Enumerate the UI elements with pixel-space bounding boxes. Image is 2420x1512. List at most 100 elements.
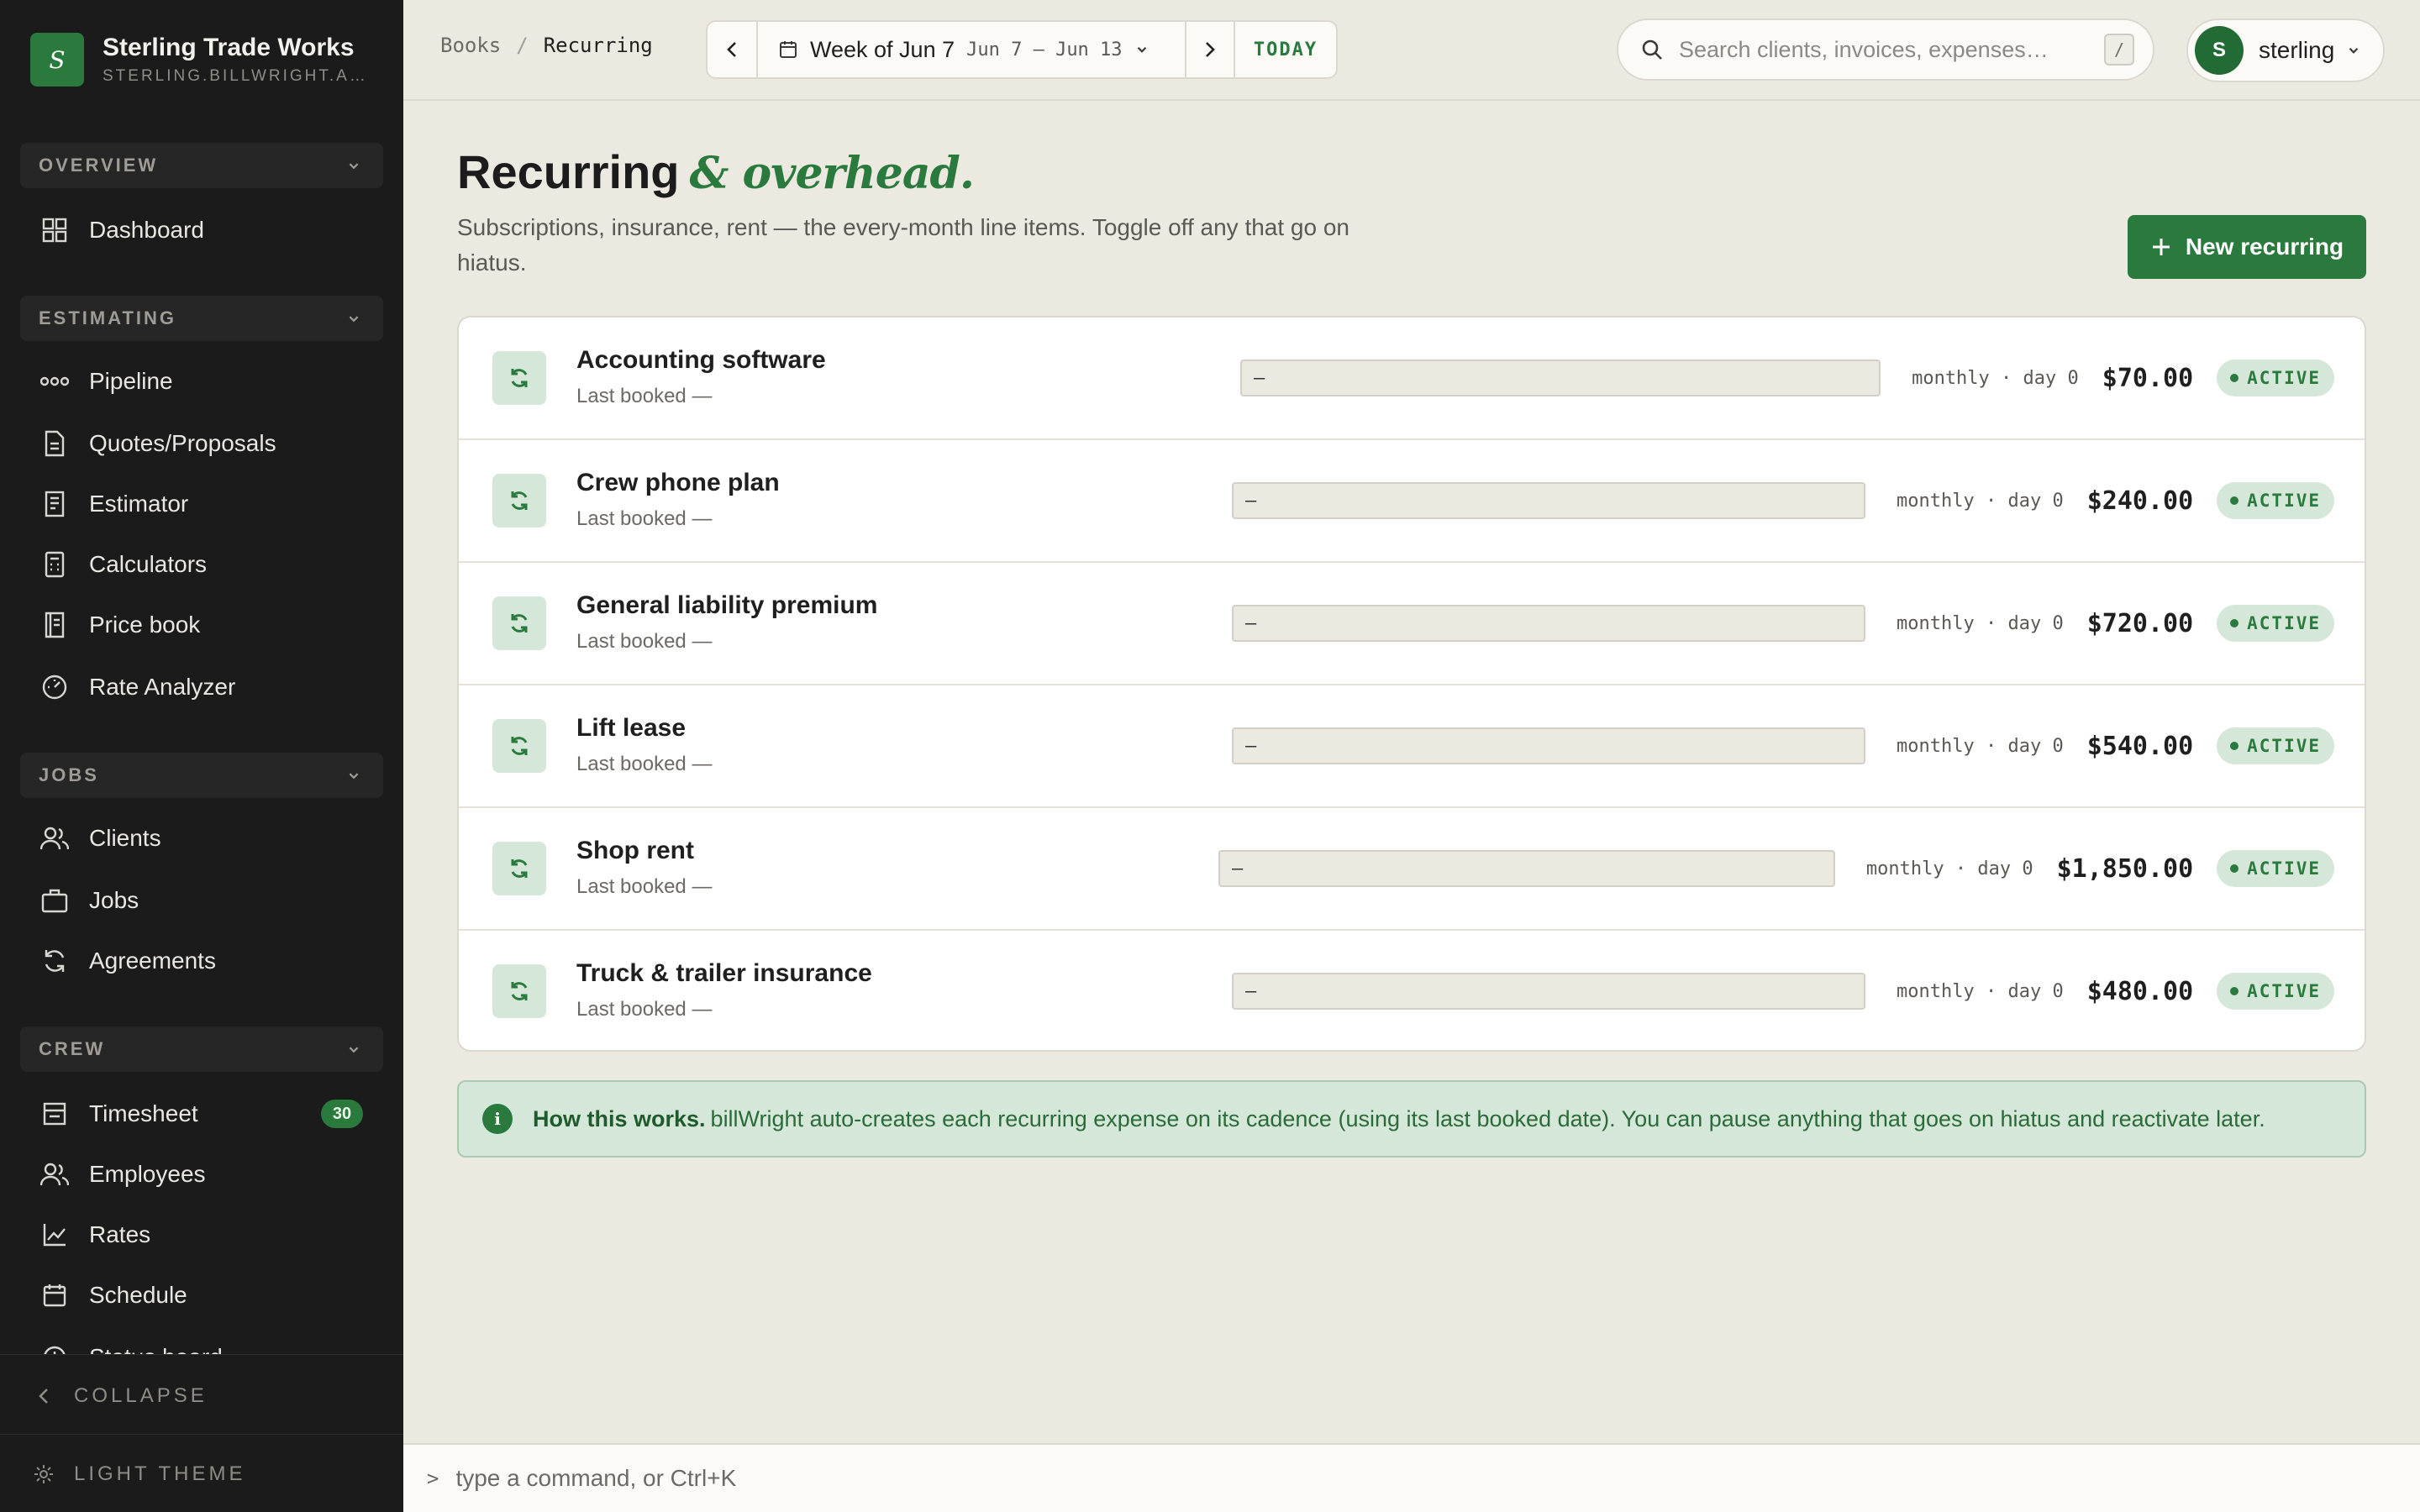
sidebar-item-label: Agreements	[89, 948, 216, 974]
sidebar-item-label: Price book	[89, 612, 201, 638]
recurring-row[interactable]: Shop rent Last booked — — monthly · day …	[459, 808, 2365, 931]
estimator-icon	[40, 490, 69, 518]
brand-subdomain: STERLING.BILLWRIGHT.APP	[103, 67, 371, 85]
sidebar-item-calculators[interactable]: Calculators	[40, 545, 376, 584]
status-label: ACTIVE	[2247, 491, 2321, 511]
sidebar-item-jobs[interactable]: Jobs	[40, 881, 376, 920]
command-input[interactable]	[455, 1465, 2420, 1492]
sidebar-item-agreements[interactable]: Agreements	[40, 942, 376, 980]
chevron-left-icon	[34, 1386, 54, 1406]
recurring-row[interactable]: General liability premium Last booked — …	[459, 563, 2365, 685]
today-button[interactable]: TODAY	[1235, 22, 1336, 77]
status-dot	[2230, 987, 2239, 995]
recurring-row[interactable]: Accounting software Last booked — — mont…	[459, 318, 2365, 440]
recurring-date-field[interactable]: —	[1218, 850, 1835, 887]
sidebar-item-rates[interactable]: Rates	[40, 1215, 376, 1254]
recurring-date-field[interactable]: —	[1232, 605, 1865, 642]
brand[interactable]: S Sterling Trade Works STERLING.BILLWRIG…	[30, 30, 371, 89]
recurring-icon	[492, 842, 546, 895]
status-label: ACTIVE	[2247, 858, 2321, 879]
section-crew[interactable]: CREW	[20, 1026, 383, 1072]
sidebar-item-clients[interactable]: Clients	[40, 819, 376, 858]
sidebar-item-pipeline[interactable]: Pipeline	[40, 362, 376, 401]
recurring-amount: $1,850.00	[2056, 853, 2194, 884]
recurring-last-booked: Last booked —	[576, 385, 713, 407]
recurring-icon	[492, 596, 546, 650]
recurring-last-booked: Last booked —	[576, 875, 713, 898]
command-prompt: >	[427, 1467, 439, 1490]
recurring-date-field[interactable]: —	[1232, 973, 1865, 1010]
recurring-amount: $540.00	[2086, 731, 2194, 761]
sidebar-item-employees[interactable]: Employees	[40, 1155, 376, 1194]
recurring-date-field[interactable]: —	[1240, 360, 1881, 396]
user-menu[interactable]: S sterling	[2186, 18, 2385, 82]
recurring-amount: $720.00	[2086, 608, 2194, 638]
new-recurring-button[interactable]: New recurring	[2128, 215, 2366, 279]
search-input[interactable]	[1679, 36, 2104, 63]
theme-toggle[interactable]: LIGHT THEME	[34, 1457, 245, 1491]
section-label: JOBS	[39, 764, 99, 785]
recurring-row[interactable]: Lift lease Last booked — — monthly · day…	[459, 685, 2365, 808]
status-dot	[2230, 742, 2239, 750]
users-icon	[40, 824, 69, 853]
user-name: sterling	[2259, 37, 2335, 63]
status-toggle[interactable]: ACTIVE	[2217, 727, 2334, 764]
recurring-row[interactable]: Truck & trailer insurance Last booked — …	[459, 931, 2365, 1050]
collapse-button[interactable]: COLLAPSE	[34, 1379, 208, 1413]
breadcrumb: Books / Recurring	[440, 34, 653, 57]
status-toggle[interactable]: ACTIVE	[2217, 973, 2334, 1010]
recurring-icon	[492, 964, 546, 1018]
sidebar-item-timesheet[interactable]: Timesheet 30	[40, 1095, 376, 1133]
sidebar-item-schedule[interactable]: Schedule	[40, 1276, 376, 1315]
calculator-icon	[40, 550, 69, 579]
sidebar-item-estimator[interactable]: Estimator	[40, 485, 376, 523]
info-title: How this works.	[533, 1105, 706, 1131]
next-week-button[interactable]	[1185, 22, 1235, 77]
status-toggle[interactable]: ACTIVE	[2217, 482, 2334, 519]
recurring-cadence: monthly · day 0	[1865, 858, 2033, 879]
recurring-last-booked: Last booked —	[576, 630, 713, 653]
section-label: CREW	[39, 1038, 106, 1059]
sidebar-item-rate-analyzer[interactable]: Rate Analyzer	[40, 668, 376, 706]
prev-week-button[interactable]	[708, 22, 758, 77]
sidebar-item-label: Schedule	[89, 1282, 187, 1308]
price-book-icon	[40, 611, 69, 639]
section-jobs[interactable]: JOBS	[20, 753, 383, 798]
recurring-row[interactable]: Crew phone plan Last booked — — monthly …	[459, 440, 2365, 563]
status-label: ACTIVE	[2247, 736, 2321, 756]
week-selector[interactable]: Week of Jun 7 Jun 7 – Jun 13	[758, 22, 1185, 77]
recurring-name: Accounting software	[576, 346, 826, 374]
recurring-list: Accounting software Last booked — — mont…	[457, 316, 2366, 1052]
status-toggle[interactable]: ACTIVE	[2217, 605, 2334, 642]
status-dot	[2230, 864, 2239, 873]
chevron-right-icon	[1206, 42, 1215, 57]
sidebar-item-price-book[interactable]: Price book	[40, 606, 376, 644]
sidebar-item-dashboard[interactable]: Dashboard	[40, 211, 376, 249]
search-shortcut: /	[2104, 34, 2134, 66]
recurring-last-booked: Last booked —	[576, 998, 713, 1021]
status-toggle[interactable]: ACTIVE	[2217, 850, 2334, 887]
collapse-label: COLLAPSE	[74, 1384, 208, 1407]
recurring-date-field[interactable]: —	[1232, 727, 1865, 764]
breadcrumb-books[interactable]: Books	[440, 34, 501, 57]
section-overview[interactable]: OVERVIEW	[20, 143, 383, 188]
recurring-icon	[492, 719, 546, 773]
recurring-amount: $480.00	[2086, 976, 2194, 1006]
sun-icon	[34, 1464, 54, 1484]
search-bar: /	[1617, 18, 2154, 81]
page-title-accent: & overhead.	[689, 148, 975, 199]
page-description: Subscriptions, insurance, rent — the eve…	[457, 214, 1349, 276]
chevron-left-icon	[727, 42, 736, 57]
recurring-date-field[interactable]: —	[1232, 482, 1865, 519]
breadcrumb-current: Recurring	[543, 34, 653, 57]
timesheet-icon	[40, 1100, 69, 1128]
sidebar-item-label: Calculators	[89, 551, 208, 577]
status-dot	[2230, 496, 2239, 505]
recurring-name: Shop rent	[576, 837, 694, 864]
recurring-name: Crew phone plan	[576, 469, 780, 496]
status-toggle[interactable]: ACTIVE	[2217, 360, 2334, 396]
command-bar: >	[403, 1443, 2420, 1512]
sidebar-item-label: Pipeline	[89, 368, 173, 394]
section-estimating[interactable]: ESTIMATING	[20, 296, 383, 341]
sidebar-item-quotes[interactable]: Quotes/Proposals	[40, 424, 376, 463]
